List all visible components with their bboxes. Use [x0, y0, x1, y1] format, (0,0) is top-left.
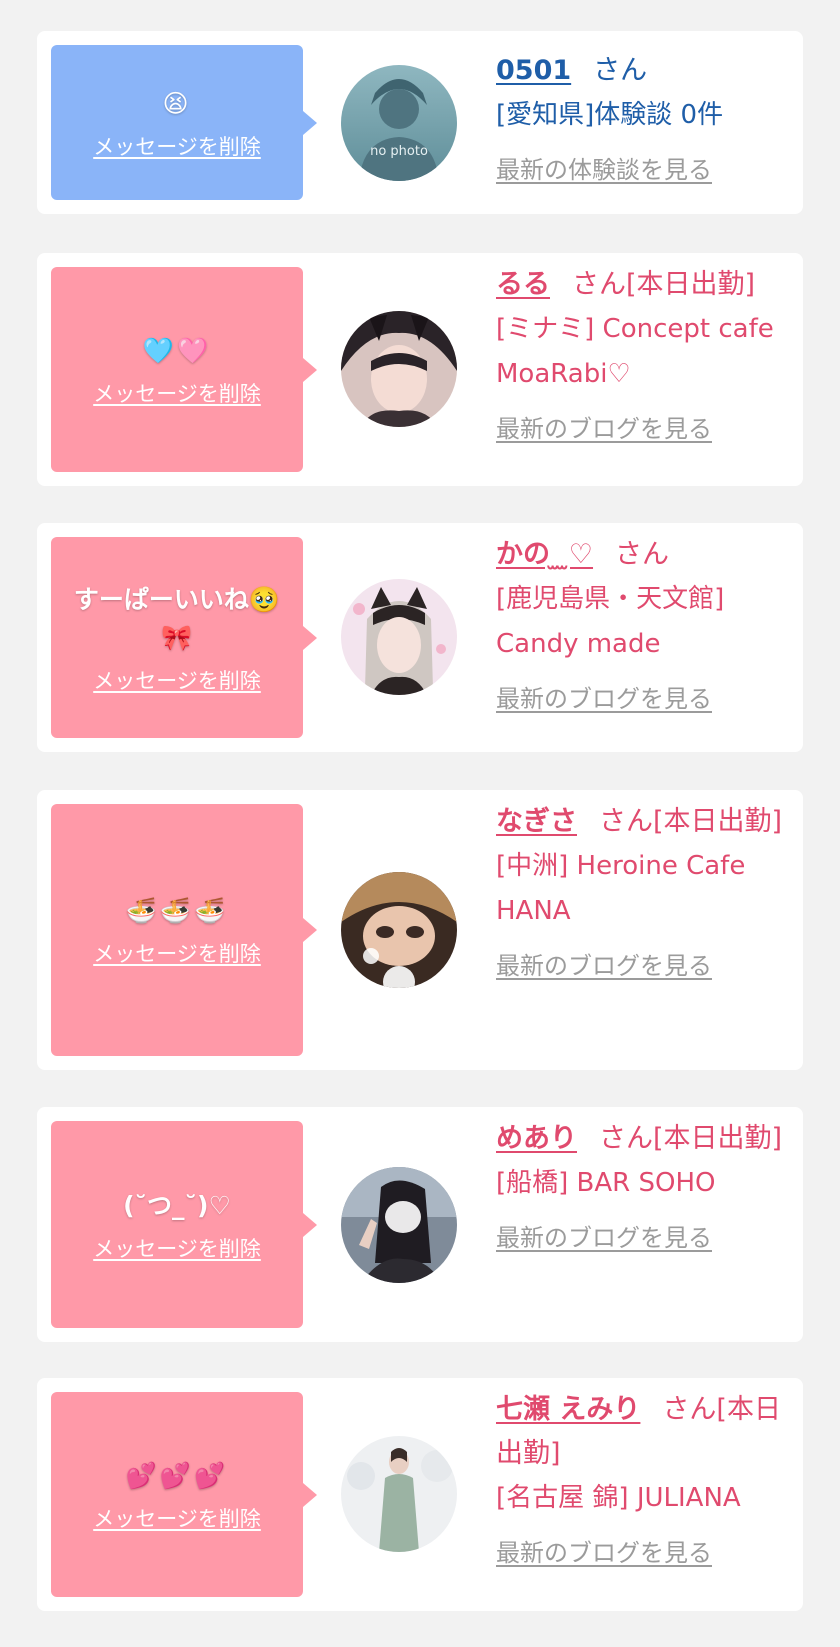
delete-message-link[interactable]: メッセージを削除 [93, 131, 261, 161]
profile-name-link[interactable]: なぎさ [496, 806, 577, 837]
view-latest-link[interactable]: 最新のブログを見る [496, 1533, 712, 1568]
view-latest-link[interactable]: 最新の体験談を見る [496, 150, 712, 185]
message-bubble: (˘つ_˘)♡ メッセージを削除 [51, 1121, 317, 1328]
view-latest-link[interactable]: 最新のブログを見る [496, 679, 712, 714]
message-bubble: すーぱーいいね🥹🎀 メッセージを削除 [51, 537, 317, 738]
message-text: すーぱーいいね🥹🎀 [73, 584, 281, 652]
profile-photo [341, 311, 457, 427]
profile-name-link[interactable]: るる [496, 269, 550, 300]
delete-message-link[interactable]: メッセージを削除 [93, 378, 261, 408]
profile-info: かの ̫ ̫♡ さん [鹿児島県・天文館] Candy made 最新のブログを見… [496, 533, 786, 714]
profile-photo [341, 1167, 457, 1283]
profile-photo [341, 1436, 457, 1552]
profile-info: めあり さん[本日出勤] [船橋] BAR SOHO 最新のブログを見る [496, 1117, 786, 1253]
message-text: (˘つ_˘)♡ [123, 1190, 231, 1220]
profile-info: 0501 さん [愛知県]体験談 0件 最新の体験談を見る [496, 49, 786, 185]
message-card: 😫 メッセージを削除 no photo 0501 さん [愛知県]体験談 0件 … [37, 31, 803, 214]
avatar[interactable]: no photo [341, 65, 457, 181]
delete-message-link[interactable]: メッセージを削除 [93, 1233, 261, 1263]
avatar[interactable] [341, 1167, 457, 1283]
view-latest-link[interactable]: 最新のブログを見る [496, 409, 712, 444]
honorific: さん[本日出勤] [599, 1123, 783, 1154]
shop-location: [鹿児島県・天文館] Candy made [496, 584, 725, 659]
profile-name-link[interactable]: かの ̫ ̫♡ [496, 539, 593, 570]
message-bubble: 💕💕💕 メッセージを削除 [51, 1392, 317, 1597]
profile-name-link[interactable]: めあり [496, 1123, 577, 1154]
avatar[interactable] [341, 311, 457, 427]
profile-name-link[interactable]: 0501 [496, 55, 571, 86]
delete-message-link[interactable]: メッセージを削除 [93, 938, 261, 968]
avatar[interactable] [341, 872, 457, 988]
delete-message-link[interactable]: メッセージを削除 [93, 1503, 261, 1533]
profile-info: 七瀬 えみり さん[本日出勤] [名古屋 錦] JULIANA 最新のブログを見る [496, 1388, 786, 1568]
message-card: (˘つ_˘)♡ メッセージを削除 めあり さん[本日出勤] [船橋] BAR SO… [37, 1107, 803, 1342]
delete-message-link[interactable]: メッセージを削除 [93, 665, 261, 695]
message-card: 🍜🍜🍜 メッセージを削除 なぎさ さん[本日出勤] [中洲] Heroine Ca… [37, 790, 803, 1070]
message-text: 😫 [162, 88, 192, 118]
shop-location: [ミナミ] Concept cafe MoaRabi♡ [496, 314, 774, 389]
svg-text:no photo: no photo [370, 144, 428, 159]
honorific: さん [593, 55, 648, 86]
message-card: 🩵🩷 メッセージを削除 るる さん[本日出勤] [ミナミ] Concept caf… [37, 253, 803, 486]
profile-info: なぎさ さん[本日出勤] [中洲] Heroine Cafe HANA 最新のブロ… [496, 800, 786, 981]
no-photo-icon: no photo [341, 65, 457, 181]
shop-location: [中洲] Heroine Cafe HANA [496, 851, 746, 926]
avatar[interactable] [341, 1436, 457, 1552]
view-latest-link[interactable]: 最新のブログを見る [496, 1218, 712, 1253]
message-bubble: 🍜🍜🍜 メッセージを削除 [51, 804, 317, 1056]
profile-name-link[interactable]: 七瀬 えみり [496, 1394, 640, 1425]
shop-location: [愛知県]体験談 0件 [496, 100, 724, 130]
profile-info: るる さん[本日出勤] [ミナミ] Concept cafe MoaRabi♡ 最… [496, 263, 786, 444]
shop-location: [名古屋 錦] JULIANA [496, 1483, 741, 1513]
message-list: 😫 メッセージを削除 no photo 0501 さん [愛知県]体験談 0件 … [0, 0, 840, 1647]
message-text: 🩵🩷 [142, 335, 212, 365]
profile-photo [341, 579, 457, 695]
message-card: すーぱーいいね🥹🎀 メッセージを削除 かの ̫ ̫♡ さん [鹿児島県・天文館] … [37, 523, 803, 752]
profile-photo [341, 872, 457, 988]
avatar[interactable] [341, 579, 457, 695]
view-latest-link[interactable]: 最新のブログを見る [496, 946, 712, 981]
message-bubble: 😫 メッセージを削除 [51, 45, 317, 200]
honorific: さん[本日出勤] [572, 269, 756, 300]
message-bubble: 🩵🩷 メッセージを削除 [51, 267, 317, 472]
message-text: 💕💕💕 [125, 1460, 229, 1490]
honorific: さん[本日出勤] [599, 806, 783, 837]
shop-location: [船橋] BAR SOHO [496, 1168, 716, 1198]
message-text: 🍜🍜🍜 [125, 896, 229, 925]
message-card: 💕💕💕 メッセージを削除 七瀬 えみり さん[本日出勤] [名古屋 錦] JULI… [37, 1378, 803, 1611]
honorific: さん [615, 539, 670, 570]
